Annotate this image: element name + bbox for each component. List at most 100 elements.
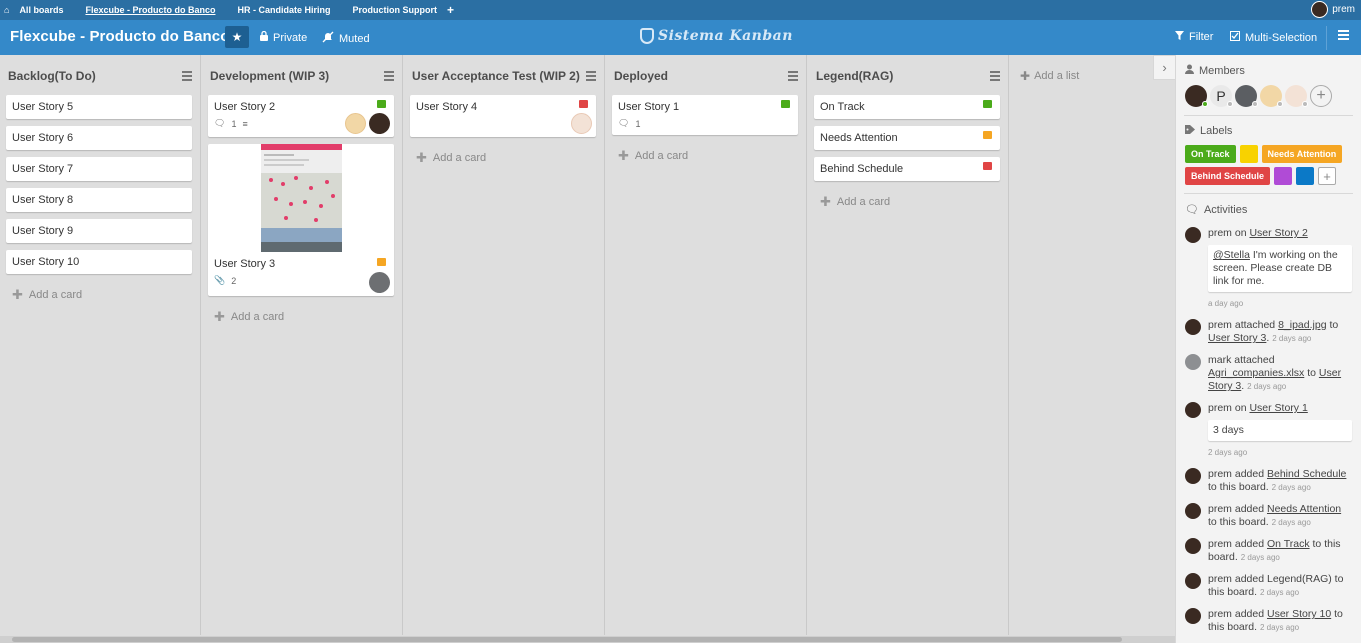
label-yellow[interactable] [1239, 145, 1258, 163]
logo-shield-icon [640, 28, 654, 44]
privacy-button[interactable]: Private [260, 30, 307, 44]
activity-avatar[interactable] [1185, 227, 1201, 243]
label-blue[interactable] [1296, 167, 1315, 185]
add-card-button[interactable]: ✚ Add a card [12, 281, 192, 309]
paperclip-icon: 📎 [214, 275, 226, 285]
card-user-story-9[interactable]: User Story 9 [6, 219, 192, 243]
list-header[interactable]: Legend(RAG) [808, 55, 1008, 95]
hamburger-menu-icon[interactable] [1338, 30, 1349, 42]
board-tab-flexcube[interactable]: Flexcube - Producto do Banco [79, 1, 221, 19]
card-user-story-5[interactable]: User Story 5 [6, 95, 192, 119]
add-card-button[interactable]: ✚ Add a card [618, 142, 798, 170]
activity-link[interactable]: On Track [1267, 538, 1310, 550]
sidebar-collapse-button[interactable]: › [1153, 55, 1175, 80]
board-tab-hr[interactable]: HR - Candidate Hiring [231, 1, 336, 19]
mute-button[interactable]: Muted [322, 31, 370, 46]
activity-link[interactable]: User Story 3 [1208, 332, 1266, 344]
label-needs-attention [983, 131, 992, 139]
list-menu-icon[interactable] [586, 71, 596, 83]
list-menu-icon[interactable] [384, 71, 394, 83]
activity-avatar[interactable] [1185, 468, 1201, 484]
activity-link[interactable]: 8_ipad.jpg [1278, 319, 1326, 331]
activity-avatar[interactable] [1185, 503, 1201, 519]
list-header[interactable]: Deployed [606, 55, 806, 95]
activity-item: prem on User Story 1 3 days 2 days ago [1185, 402, 1352, 459]
activity-avatar[interactable] [1185, 319, 1201, 335]
card-user-story-4[interactable]: User Story 4 [410, 95, 596, 137]
header-divider [1326, 26, 1327, 50]
activity-link[interactable]: Needs Attention [1267, 503, 1341, 515]
activity-avatar[interactable] [1185, 573, 1201, 589]
mention-link[interactable]: @Stella [1213, 249, 1250, 261]
card-user-story-10[interactable]: User Story 10 [6, 250, 192, 274]
list-menu-icon[interactable] [990, 71, 1000, 83]
card-user-story-8[interactable]: User Story 8 [6, 188, 192, 212]
activity-avatar[interactable] [1185, 354, 1201, 370]
list-title[interactable]: Legend(RAG) [816, 69, 893, 83]
activity-comment: @Stella I'm working on the screen. Pleas… [1208, 245, 1352, 292]
all-boards-link[interactable]: ⌂ All boards [4, 1, 69, 19]
star-board-button[interactable]: ★ [225, 26, 249, 48]
list-menu-icon[interactable] [788, 71, 798, 83]
tag-icon [1185, 125, 1195, 137]
label-behind-schedule [983, 162, 992, 170]
members-heading: Members [1185, 55, 1352, 77]
add-board-icon[interactable]: + [447, 3, 454, 17]
activity-link[interactable]: Behind Schedule [1267, 468, 1346, 480]
member-avatar[interactable]: P [1210, 85, 1233, 107]
label-needs-attention[interactable]: Needs Attention [1261, 145, 1343, 163]
list-header[interactable]: User Acceptance Test (WIP 2) [404, 55, 604, 95]
add-member-icon[interactable]: + [1310, 85, 1332, 107]
card-user-story-6[interactable]: User Story 6 [6, 126, 192, 150]
add-list-button[interactable]: ✚ Add a list [1020, 69, 1079, 83]
filter-button[interactable]: Filter [1175, 31, 1213, 43]
label-needs-attention [377, 258, 386, 266]
activity-link[interactable]: User Story 1 [1249, 402, 1307, 414]
list-title[interactable]: Backlog(To Do) [8, 69, 96, 83]
activity-avatar[interactable] [1185, 538, 1201, 554]
card-user-story-3[interactable]: User Story 3 📎 2 [208, 144, 394, 296]
card-user-story-2[interactable]: User Story 2 🗨 1 ≡ [208, 95, 394, 137]
add-label-icon[interactable]: + [1318, 167, 1337, 185]
member-avatar[interactable] [571, 113, 592, 134]
label-behind-schedule [579, 100, 588, 108]
card-behind-schedule[interactable]: Behind Schedule [814, 157, 1000, 181]
activity-avatar[interactable] [1185, 608, 1201, 624]
list-header[interactable]: Development (WIP 3) [202, 55, 402, 95]
list-title[interactable]: Deployed [614, 69, 668, 83]
member-avatar[interactable] [369, 272, 390, 293]
user-menu[interactable]: prem [1311, 1, 1355, 18]
member-avatar[interactable] [345, 113, 366, 134]
member-avatar[interactable] [1260, 85, 1283, 107]
card-on-track[interactable]: On Track [814, 95, 1000, 119]
list-menu-icon[interactable] [182, 71, 192, 83]
list-title[interactable]: Development (WIP 3) [210, 69, 329, 83]
card-user-story-7[interactable]: User Story 7 [6, 157, 192, 181]
label-on-track[interactable]: On Track [1185, 145, 1236, 163]
activity-avatar[interactable] [1185, 402, 1201, 418]
board-tab-production-support[interactable]: Production Support + [346, 1, 454, 19]
list-title[interactable]: User Acceptance Test (WIP 2) [412, 69, 580, 83]
horizontal-scrollbar[interactable] [0, 636, 1175, 643]
board-title[interactable]: Flexcube - Producto do Banco [10, 28, 230, 45]
activity-link[interactable]: User Story 2 [1249, 227, 1307, 239]
add-card-button[interactable]: ✚ Add a card [820, 188, 1000, 216]
activity-link[interactable]: Agri_companies.xlsx [1208, 367, 1304, 379]
multi-selection-button[interactable]: Multi-Selection [1230, 31, 1317, 44]
activity-comment: 3 days [1208, 420, 1352, 441]
label-behind-schedule[interactable]: Behind Schedule [1185, 167, 1271, 185]
plus-icon: ✚ [618, 148, 629, 163]
card-needs-attention[interactable]: Needs Attention [814, 126, 1000, 150]
list-deployed: Deployed User Story 1 🗨 1 ✚ Add a card [606, 55, 807, 635]
add-card-button[interactable]: ✚ Add a card [416, 144, 596, 172]
activity-link[interactable]: User Story 10 [1267, 608, 1331, 620]
member-avatar[interactable] [1185, 85, 1208, 107]
member-avatar[interactable] [1285, 85, 1308, 107]
member-avatar[interactable] [369, 113, 390, 134]
add-card-button[interactable]: ✚ Add a card [214, 303, 394, 331]
member-avatar[interactable] [1235, 85, 1258, 107]
card-user-story-1[interactable]: User Story 1 🗨 1 [612, 95, 798, 135]
list-header[interactable]: Backlog(To Do) [0, 55, 200, 95]
scrollbar-thumb[interactable] [12, 637, 1122, 642]
label-purple[interactable] [1274, 167, 1293, 185]
